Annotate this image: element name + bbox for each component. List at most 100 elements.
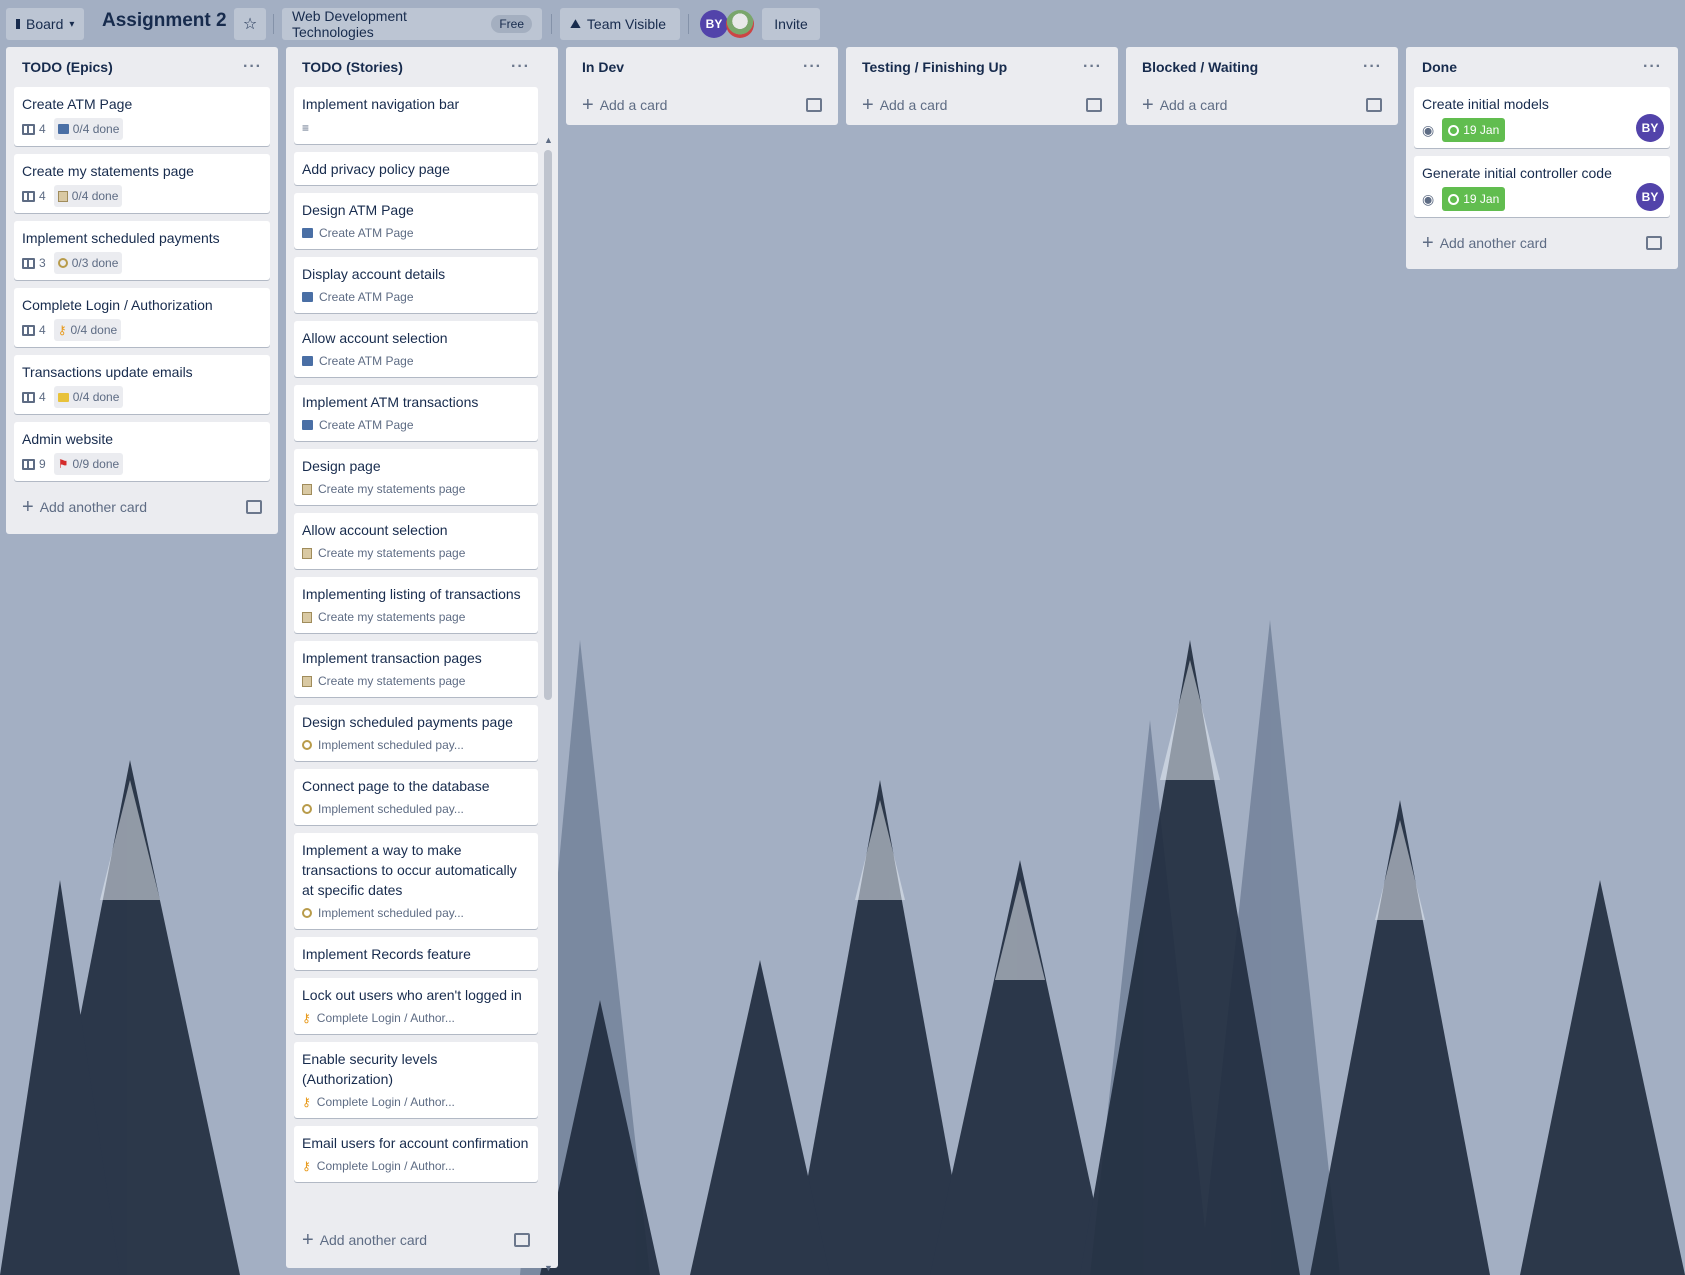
list-menu-icon[interactable]: ··· (803, 58, 822, 76)
card[interactable]: Connect page to the database Implement s… (294, 769, 538, 825)
card-title: Implement transaction pages (302, 650, 482, 666)
card[interactable]: Design scheduled payments page Implement… (294, 705, 538, 761)
card-template-icon[interactable] (514, 1233, 530, 1247)
due-date-badge[interactable]: 19 Jan (1442, 187, 1506, 211)
list-cards-scroll[interactable]: Implement navigation bar ≡ Add privacy p… (294, 87, 538, 1222)
list-title[interactable]: Done (1422, 59, 1457, 75)
card[interactable]: Create initial models ◉ 19 Jan BY (1414, 87, 1670, 148)
list-menu-icon[interactable]: ··· (511, 58, 530, 76)
board-title[interactable]: Assignment 2 (102, 10, 227, 32)
card[interactable]: Allow account selection Create my statem… (294, 513, 538, 569)
list-title[interactable]: TODO (Stories) (302, 59, 403, 75)
card[interactable]: Implement navigation bar ≡ (294, 87, 538, 144)
atm-icon (302, 228, 313, 238)
list-menu-icon[interactable]: ··· (1643, 58, 1662, 76)
card-template-icon[interactable] (1366, 98, 1382, 112)
stories-count-badge: 4 (22, 320, 46, 340)
star-button[interactable]: ☆ (234, 8, 266, 40)
list-testing: Testing / Finishing Up ··· + Add a card (846, 47, 1118, 125)
epic-link: Implement scheduled pay... (302, 799, 530, 819)
visibility-button[interactable]: ⛰ Team Visible (560, 8, 680, 40)
card-title: Add privacy policy page (302, 161, 450, 177)
add-card-button[interactable]: + Add a card (1134, 87, 1390, 123)
chevron-down-icon: ▾ (69, 18, 75, 30)
envelope-icon (57, 392, 69, 402)
card[interactable]: Allow account selection Create ATM Page (294, 321, 538, 377)
card-template-icon[interactable] (1086, 98, 1102, 112)
card[interactable]: Create ATM Page 4 0/4 done (14, 87, 270, 146)
card[interactable]: Implement a way to make transactions to … (294, 833, 538, 929)
card[interactable]: Enable security levels (Authorization) ⚷… (294, 1042, 538, 1118)
epic-name: Implement scheduled pay... (318, 802, 464, 816)
epic-link: Implement scheduled pay... (302, 735, 530, 755)
list-scrollbar[interactable]: ▲ ▼ (544, 95, 553, 1273)
list-menu-icon[interactable]: ··· (243, 58, 262, 76)
card[interactable]: Transactions update emails 4 0/4 done (14, 355, 270, 414)
clock-icon (1448, 193, 1460, 205)
card[interactable]: Design ATM Page Create ATM Page (294, 193, 538, 249)
team-plan-badge: Free (491, 15, 532, 33)
epic-link: Create ATM Page (302, 223, 530, 243)
progress-badge: 0/4 done (53, 185, 123, 207)
add-card-button[interactable]: + Add another card (294, 1222, 538, 1258)
card[interactable]: Implementing listing of transactions Cre… (294, 577, 538, 633)
epic-name: Implement scheduled pay... (318, 738, 464, 752)
scroll-up-arrow[interactable]: ▲ (544, 135, 553, 145)
progress-text: 0/9 done (72, 457, 120, 471)
card-template-icon[interactable] (806, 98, 822, 112)
list-title[interactable]: Blocked / Waiting (1142, 59, 1258, 75)
card-template-icon[interactable] (1646, 236, 1662, 250)
card[interactable]: Create my statements page 4 0/4 done (14, 154, 270, 213)
team-button[interactable]: Web Development Technologies Free (282, 8, 542, 40)
atm-icon (302, 292, 313, 302)
star-icon: ☆ (242, 16, 258, 33)
add-card-button[interactable]: + Add a card (854, 87, 1110, 123)
list-menu-icon[interactable]: ··· (1083, 58, 1102, 76)
progress-text: 0/4 done (72, 390, 120, 404)
card[interactable]: Display account details Create ATM Page (294, 257, 538, 313)
add-card-button[interactable]: + Add another card (1414, 225, 1670, 261)
scrollbar-thumb[interactable] (544, 150, 552, 700)
card[interactable]: Design page Create my statements page (294, 449, 538, 505)
card-title: Email users for account confirmation (302, 1135, 529, 1151)
card[interactable]: Email users for account confirmation ⚷ Co… (294, 1126, 538, 1182)
list-title[interactable]: TODO (Epics) (22, 59, 113, 75)
card[interactable]: Complete Login / Authorization 4 ⚷ 0/4 do… (14, 288, 270, 347)
list-todo-epics: TODO (Epics) ··· Create ATM Page 4 0/4 d… (6, 47, 278, 534)
list-title[interactable]: Testing / Finishing Up (862, 59, 1007, 75)
card-badges: ≡ (302, 118, 530, 138)
card[interactable]: Implement Records feature (294, 937, 538, 970)
invite-button[interactable]: Invite (762, 8, 820, 40)
card[interactable]: Add privacy policy page (294, 152, 538, 185)
card[interactable]: Implement ATM transactions Create ATM Pa… (294, 385, 538, 441)
card-member-avatar[interactable]: BY (1636, 114, 1664, 142)
list-in-dev: In Dev ··· + Add a card (566, 47, 838, 125)
card-member-avatar[interactable]: BY (1636, 183, 1664, 211)
add-card-button[interactable]: + Add another card (14, 489, 270, 525)
progress-text: 0/4 done (72, 122, 120, 136)
card[interactable]: Lock out users who aren't logged in ⚷ Com… (294, 978, 538, 1034)
card-template-icon[interactable] (246, 500, 262, 514)
progress-badge: 0/3 done (53, 252, 123, 274)
due-date-badge[interactable]: 19 Jan (1442, 118, 1506, 142)
list-title[interactable]: In Dev (582, 59, 624, 75)
card[interactable]: Implement transaction pages Create my st… (294, 641, 538, 697)
card[interactable]: Generate initial controller code ◉ 19 Ja… (1414, 156, 1670, 217)
card-title: Create initial models (1422, 96, 1549, 112)
statement-icon (302, 483, 312, 495)
board-switcher-button[interactable]: Board ▾ (6, 8, 84, 40)
card-title: Create my statements page (22, 163, 194, 179)
card[interactable]: Admin website 9 ⚑ 0/9 done (14, 422, 270, 481)
card[interactable]: Implement scheduled payments 3 0/3 done (14, 221, 270, 280)
list-menu-icon[interactable]: ··· (1363, 58, 1382, 76)
scroll-down-arrow[interactable]: ▼ (544, 1263, 553, 1273)
list-header: Testing / Finishing Up ··· (854, 47, 1110, 87)
stories-count: 4 (39, 122, 46, 136)
card-title: Implement navigation bar (302, 96, 460, 112)
book-icon (22, 458, 35, 470)
member-avatar[interactable]: BY (700, 10, 728, 38)
add-card-label: Add a card (599, 97, 668, 113)
epic-link: Implement scheduled pay... (302, 903, 530, 923)
member-avatar-photo[interactable] (726, 10, 754, 38)
add-card-button[interactable]: + Add a card (574, 87, 830, 123)
